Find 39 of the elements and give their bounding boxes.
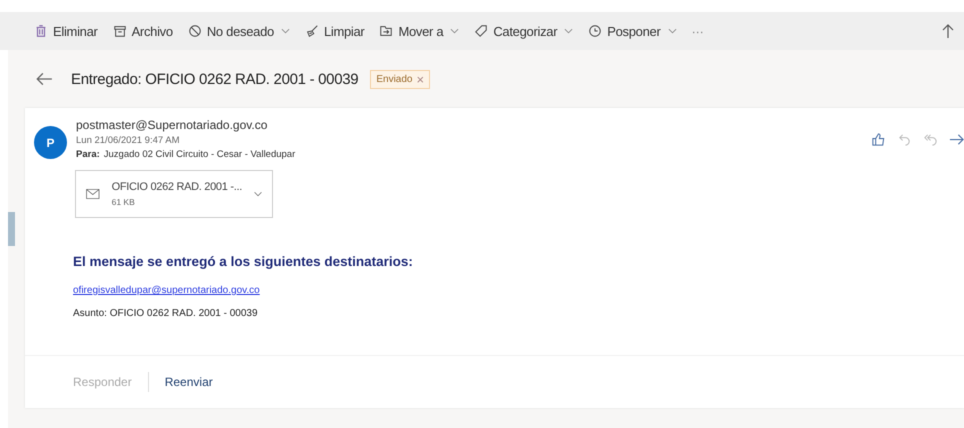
attachment-size: 61 KB (112, 197, 136, 207)
chevron-down-icon (450, 28, 460, 34)
toolbar-button[interactable]: No deseado (182, 24, 296, 38)
body-subject-line: Asunto: OFICIO 0262 RAD. 2001 - 00039 (73, 308, 258, 319)
thumbs-up-icon[interactable] (871, 132, 886, 147)
attachment-card[interactable]: OFICIO 0262 RAD. 2001 -... 61 KB (75, 170, 273, 218)
scroll-indicator (8, 212, 15, 246)
toolbar-button[interactable]: Mover a (373, 24, 466, 38)
chevron-down-icon (280, 28, 290, 34)
sender-avatar: P (34, 126, 67, 159)
archive-icon (112, 24, 127, 38)
message-date: Lun 21/06/2021 9:47 AM (76, 135, 181, 146)
toolbar-button[interactable]: Limpiar (298, 24, 370, 38)
recipient-name: Juzgado 02 Civil Circuito - Cesar - Valledupar (104, 149, 296, 160)
email-subject: Entregado: OFICIO 0262 RAD. 2001 - 00039 (71, 70, 358, 88)
broom-icon (304, 24, 319, 38)
envelope-icon (86, 186, 100, 202)
back-arrow-icon[interactable] (35, 70, 53, 88)
footer-link-button[interactable]: Reenviar (160, 373, 217, 391)
clock-icon (588, 24, 602, 38)
tag-icon (474, 24, 488, 38)
folder-move-icon (379, 24, 394, 38)
attachment-name: OFICIO 0262 RAD. 2001 -... (112, 181, 242, 193)
forward-icon[interactable] (949, 132, 964, 147)
to-label: Para: (76, 149, 100, 160)
toolbar-button[interactable]: Eliminar (28, 24, 104, 38)
toolbar-button[interactable]: Archivo (106, 24, 179, 38)
trash-icon (34, 24, 48, 38)
recipient-link[interactable]: ofiregisvalledupar@supernotariado.gov.co (73, 285, 260, 296)
chevron-down-icon (564, 28, 574, 34)
chevron-down-icon (668, 28, 676, 34)
chevron-down-icon[interactable] (254, 190, 262, 198)
tag-label: Enviado (376, 74, 412, 84)
body-heading: El mensaje se entregó a los siguientes destinatarios: (73, 254, 413, 269)
arrow-up-icon[interactable] (940, 23, 956, 39)
sender-address: postmaster@Supernotariado.gov.co (76, 118, 268, 132)
toolbar-button[interactable]: Posponer (582, 24, 682, 38)
toolbar-button[interactable]: Categorizar (468, 24, 580, 38)
block-icon (188, 24, 202, 38)
